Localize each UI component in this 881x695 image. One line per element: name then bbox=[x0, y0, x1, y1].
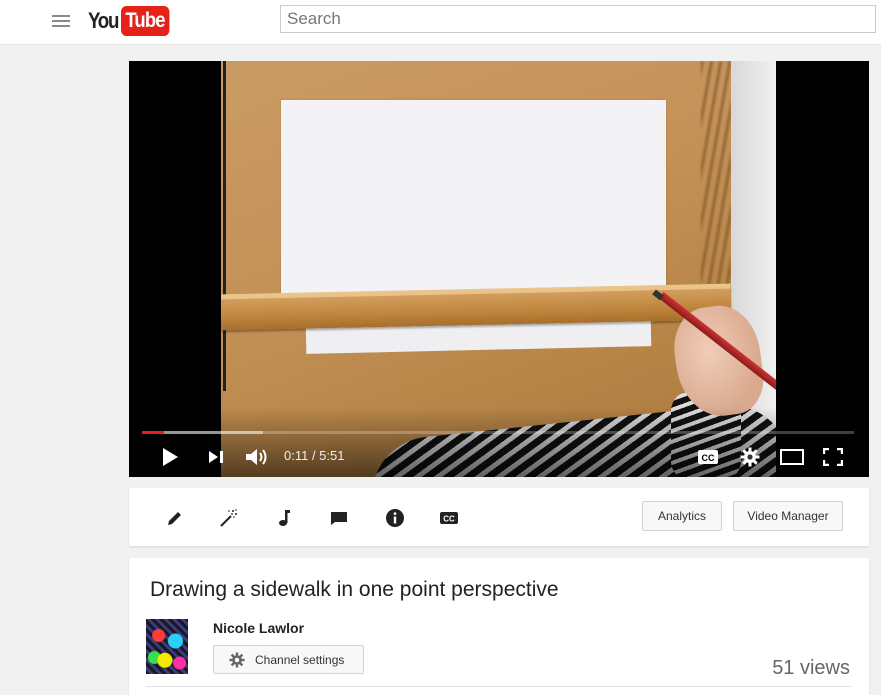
svg-text:CC: CC bbox=[443, 514, 455, 523]
enhancements-wand-icon[interactable] bbox=[219, 508, 239, 528]
progress-played bbox=[142, 431, 165, 434]
channel-settings-button[interactable]: Channel settings bbox=[213, 645, 364, 674]
svg-text:CC: CC bbox=[702, 453, 715, 463]
creator-toolbar: CC Analytics Video Manager bbox=[129, 488, 869, 546]
play-icon[interactable] bbox=[159, 446, 181, 468]
analytics-button[interactable]: Analytics bbox=[642, 501, 722, 531]
cable bbox=[223, 61, 226, 391]
channel-avatar[interactable] bbox=[146, 619, 188, 674]
edit-pencil-icon[interactable] bbox=[165, 508, 185, 528]
divider bbox=[146, 686, 852, 687]
next-icon[interactable] bbox=[206, 446, 226, 468]
video-title: Drawing a sidewalk in one point perspect… bbox=[150, 578, 559, 601]
search-input[interactable] bbox=[280, 5, 876, 33]
masthead: You Tube bbox=[0, 0, 881, 45]
video-manager-button[interactable]: Video Manager bbox=[733, 501, 843, 531]
time-display: 0:11 / 5:51 bbox=[284, 448, 345, 463]
fullscreen-icon[interactable] bbox=[821, 446, 845, 468]
youtube-logo[interactable]: You Tube bbox=[88, 6, 176, 36]
theater-mode-icon[interactable] bbox=[779, 446, 805, 468]
hamburger-menu-icon[interactable] bbox=[52, 12, 70, 30]
volume-icon[interactable] bbox=[244, 446, 270, 468]
paper-sheet bbox=[281, 100, 666, 298]
annotations-speech-icon[interactable] bbox=[329, 508, 349, 528]
video-info-card: Drawing a sidewalk in one point perspect… bbox=[129, 558, 869, 695]
gear-icon bbox=[229, 651, 245, 668]
info-icon[interactable] bbox=[385, 508, 405, 528]
logo-tube-text: Tube bbox=[121, 6, 170, 36]
subtitles-cc-icon[interactable]: CC bbox=[439, 508, 459, 528]
channel-name-link[interactable]: Nicole Lawlor bbox=[213, 620, 304, 636]
settings-gear-icon[interactable] bbox=[738, 446, 762, 468]
captions-icon[interactable]: CC bbox=[696, 446, 720, 468]
audio-note-icon[interactable] bbox=[275, 508, 295, 528]
progress-bar[interactable] bbox=[142, 431, 854, 434]
logo-you-text: You bbox=[88, 8, 119, 33]
channel-settings-label: Channel settings bbox=[255, 652, 345, 667]
video-player[interactable]: 0:11 / 5:51 CC bbox=[129, 61, 869, 477]
view-count: 51 views bbox=[772, 657, 850, 679]
